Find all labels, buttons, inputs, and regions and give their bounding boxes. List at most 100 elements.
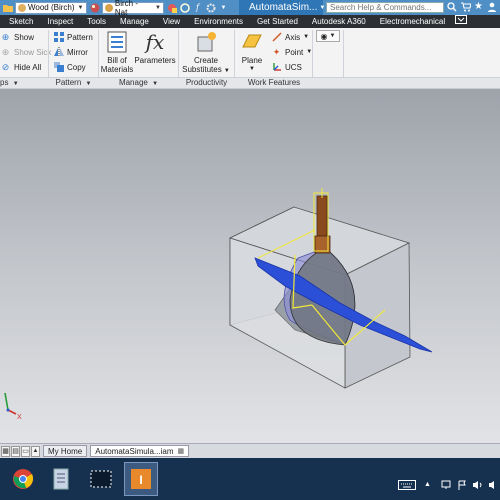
ribbon-options-icon[interactable] [452,15,470,28]
snipping-tool-icon[interactable] [84,462,118,496]
tab-view[interactable]: View [156,15,187,28]
grid-view-icon[interactable]: ▦ [1,445,10,457]
chevron-down-icon: ▼ [12,81,19,87]
bom-label-line1: Bill of [107,56,127,65]
material-selector[interactable]: Wood (Birch) ▼ [15,1,87,14]
mirror-icon [53,47,64,58]
show-relationship-icon: ⊕ [1,31,10,42]
show-sick-button[interactable]: ⊕ Show Sick [0,46,52,58]
files-app-icon[interactable] [44,462,78,496]
ribbon-tab-bar: Sketch Inspect Tools Manage View Environ… [0,15,500,28]
cart-icon[interactable] [461,2,472,13]
create-substitutes-button[interactable]: Create Substitutes ▼ [182,30,230,76]
ucs-button[interactable]: UCS [271,61,302,73]
tab-sketch[interactable]: Sketch [0,15,40,28]
material-value: Wood (Birch) [28,3,75,12]
tab-manage[interactable]: Manage [113,15,156,28]
speaker-icon[interactable] [488,480,498,490]
chrome-icon[interactable] [6,462,40,496]
tab-inspect[interactable]: Inspect [40,15,80,28]
appearance-selector[interactable]: Birch - Nat ▼ [102,0,164,17]
keyboard-icon[interactable] [398,480,416,490]
panel-title-pattern[interactable]: Pattern ▼ [49,78,98,88]
pattern-label: Pattern [67,32,93,42]
pattern-icon [53,32,64,43]
document-tab-bar: ▦ ▤ ▭ ▲ My Home AutomataSimula...iam ▦ [0,443,500,458]
chevron-down-icon: ▼ [329,33,336,39]
chevron-down-icon: ▼ [303,34,310,40]
plane-label: Plane [241,56,263,65]
panel-title-relationships[interactable]: ps ▼ [0,78,48,88]
tab-autodesk-a360[interactable]: Autodesk A360 [305,15,373,28]
show-sick-icon: ⊕ [1,46,10,57]
point-button[interactable]: ✦ Point ▼ [271,46,312,58]
inventor-app-icon[interactable]: I [124,462,158,496]
panel-title-productivity-label: Productivity [185,78,228,87]
svg-text:I: I [139,473,142,487]
volume-icon[interactable] [472,480,484,490]
create-substitutes-icon [182,30,230,54]
copy-button[interactable]: Copy [53,61,86,73]
triad-y-axis [4,392,9,411]
customize-dropdown-icon[interactable]: ▼ [218,2,229,13]
application-tab-label: AutomataSim... [249,2,318,13]
triad-origin [6,408,10,412]
plane-button[interactable]: Plane ▼ [238,30,266,74]
appearance-override-icon[interactable] [166,2,177,13]
tab-grid-icon[interactable]: ▦ [178,446,185,457]
appearance-sphere-icon [89,2,100,13]
ribbon-panel: ⊕ Show ⊕ Show Sick ⊘ Hide All Pattern Mi… [0,28,500,88]
network-icon[interactable] [441,480,451,490]
ucs-label: UCS [285,62,302,72]
windows-taskbar: I ▲ [0,458,500,500]
pattern-button[interactable]: Pattern [53,31,93,43]
notification-flag-icon[interactable] [457,480,467,490]
create-label-text: Substitutes [182,65,222,74]
show-sick-label: Show Sick [14,47,52,57]
axis-button[interactable]: Axis ▼ [271,31,309,43]
parameters-button[interactable]: fx Parameters [134,30,176,66]
tab-tools[interactable]: Tools [80,15,113,28]
chevron-down-icon: ▼ [319,4,326,11]
chevron-down-icon: ▼ [249,66,255,72]
application-tab[interactable]: AutomataSim... ▼ [239,0,326,15]
panel-title-pattern-label: Pattern [55,78,82,87]
tab-get-started[interactable]: Get Started [250,15,305,28]
tab-electromechanical[interactable]: Electromechanical [373,15,452,28]
tab-automata-label: AutomataSimula...iam [95,446,174,456]
panel-title-manage[interactable]: Manage ▼ [99,78,178,88]
star-icon[interactable]: ★ [474,1,484,13]
panel-title-relationships-label: ps [0,78,9,87]
fx-parameters-icon[interactable]: f [192,2,203,13]
panel-title-work-features-label: Work Features [247,78,301,87]
tile-view-icon[interactable]: ▤ [11,445,20,457]
tab-my-home-label: My Home [48,446,83,456]
material-swatch [18,3,26,12]
help-search-input[interactable] [326,2,444,13]
folder-icon[interactable] [2,2,13,13]
chevron-down-icon: ▼ [85,81,92,87]
tab-list-icon[interactable]: ▭ [21,445,30,457]
more-options-button[interactable]: ◉ ▼ [316,30,340,42]
hide-all-button[interactable]: ⊘ Hide All [0,61,41,73]
graphics-viewport[interactable]: X [0,89,500,443]
tab-environments[interactable]: Environments [187,15,250,28]
show-hidden-icons-icon[interactable]: ▲ [424,480,431,490]
rod-shaft[interactable] [316,195,328,237]
chevron-down-icon: ▼ [152,81,159,87]
user-icon[interactable] [487,2,500,13]
clear-appearance-icon[interactable] [179,2,190,13]
bill-of-materials-button[interactable]: Bill of Materials [100,30,134,74]
panel-title-productivity: Productivity [179,78,234,88]
options-circle-icon: ◉ [320,31,328,41]
search-icon[interactable] [447,2,457,13]
mirror-button[interactable]: Mirror [53,46,88,58]
scroll-up-icon[interactable]: ▲ [31,445,40,457]
hide-all-icon: ⊘ [1,61,10,72]
settings-gear-icon[interactable] [205,2,216,13]
tab-automata-simulation[interactable]: AutomataSimula...iam ▦ [90,445,190,457]
tab-my-home[interactable]: My Home [43,445,88,457]
copy-icon [53,62,64,73]
ribbon-panel-titles: ps ▼ Pattern ▼ Manage ▼ Productivity Wor… [0,77,500,88]
show-button[interactable]: ⊕ Show [0,31,34,43]
